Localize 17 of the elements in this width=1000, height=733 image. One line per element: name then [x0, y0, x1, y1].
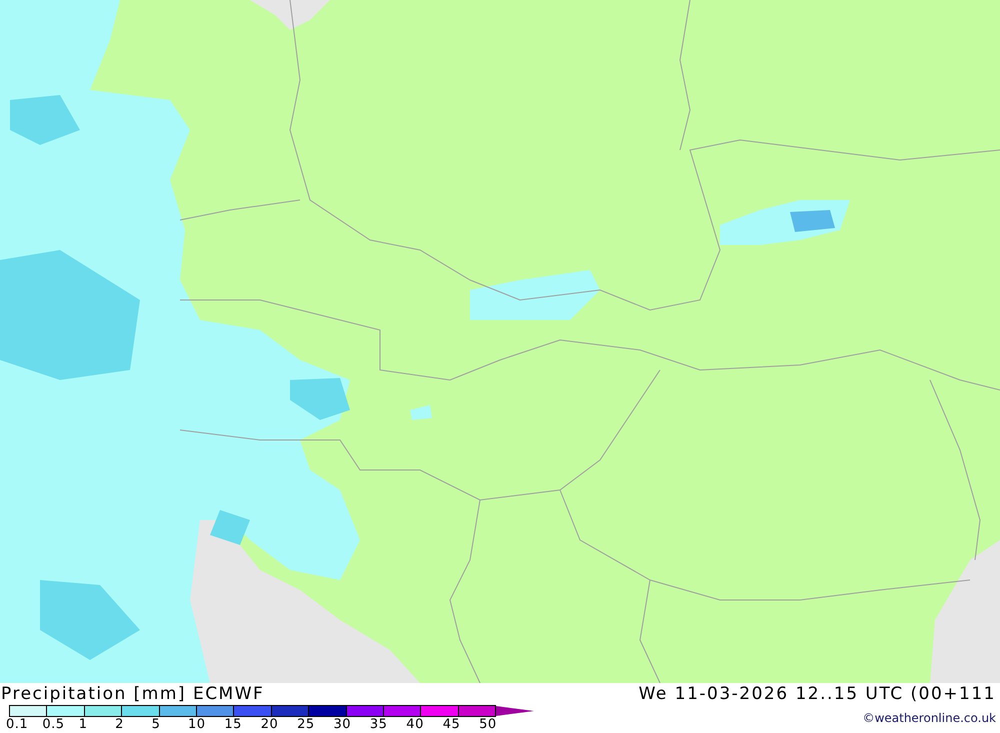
legend-label: 5	[152, 717, 162, 732]
credit-text: ©weatheronline.co.uk	[862, 711, 996, 725]
valid-time: We 11-03-2026 12..15 UTC (00+111	[638, 683, 996, 705]
legend-label: 35	[370, 717, 388, 732]
legend-label: 40	[406, 717, 425, 732]
legend-label: 20	[260, 717, 280, 732]
map-title: Precipitation [mm] ECMWF	[1, 683, 266, 705]
legend-label: 15	[224, 717, 243, 732]
legend-label: 45	[442, 717, 462, 732]
legend-label: 2	[115, 717, 125, 732]
legend-label: 50	[479, 717, 498, 732]
legend-label: 30	[334, 717, 352, 732]
legend-label: 25	[297, 717, 316, 732]
legend-label: 1	[78, 717, 89, 732]
legend-label: 10	[188, 717, 206, 732]
legend-label: 0.5	[42, 717, 66, 732]
legend-label: 0.1	[6, 717, 30, 732]
